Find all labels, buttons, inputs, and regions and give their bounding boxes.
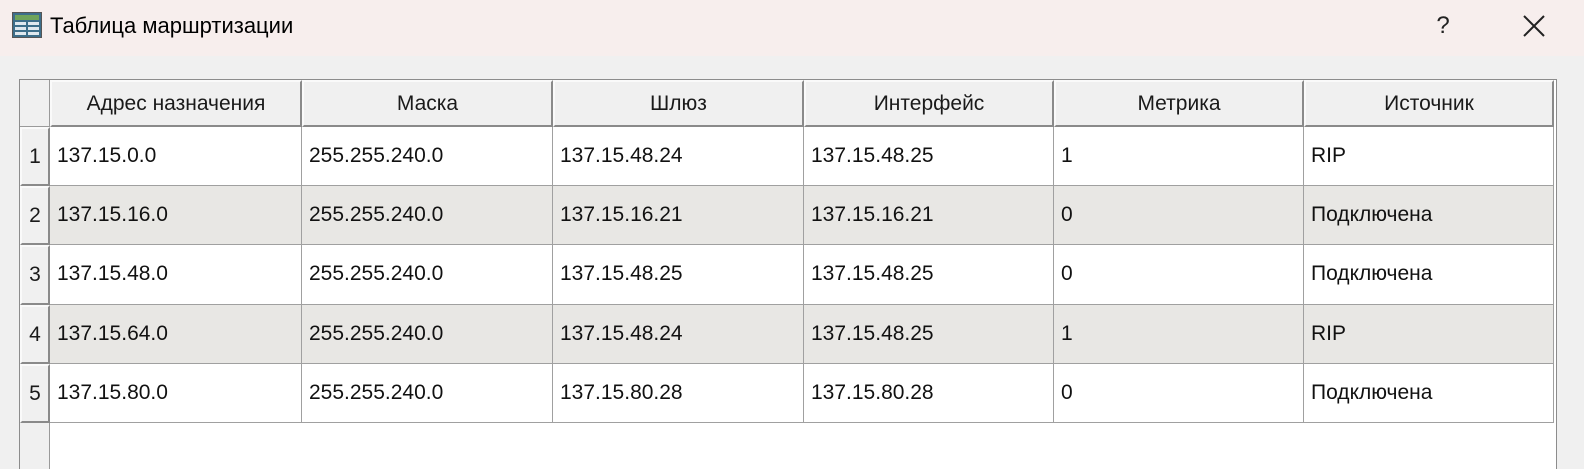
cell-interface[interactable]: 137.15.80.28	[804, 363, 1054, 423]
cell-gateway[interactable]: 137.15.48.25	[553, 245, 804, 305]
cell-destination[interactable]: 137.15.64.0	[50, 304, 302, 364]
cell-destination[interactable]: 137.15.16.0	[50, 186, 302, 246]
cell-interface[interactable]: 137.15.48.25	[804, 304, 1054, 364]
cell-source[interactable]: Подключена	[1304, 186, 1554, 246]
cell-gateway[interactable]: 137.15.80.28	[553, 363, 804, 423]
cell-metric[interactable]: 0	[1054, 363, 1304, 423]
routing-table[interactable]: Адрес назначения Маска Шлюз Интерфейс Метрик…	[19, 79, 1557, 469]
col-header-metric[interactable]: Метрика	[1054, 80, 1304, 127]
cell-mask[interactable]: 255.255.240.0	[302, 304, 553, 364]
cell-source[interactable]: RIP	[1304, 304, 1554, 364]
cell-source[interactable]: RIP	[1304, 127, 1554, 187]
table-corner-button[interactable]	[20, 80, 50, 127]
col-header-gateway[interactable]: Шлюз	[553, 80, 804, 127]
cell-source[interactable]: Подключена	[1304, 245, 1554, 305]
cell-gateway[interactable]: 137.15.16.21	[553, 186, 804, 246]
cell-metric[interactable]: 1	[1054, 127, 1304, 187]
cell-destination[interactable]: 137.15.80.0	[50, 363, 302, 423]
row-header[interactable]: 1	[20, 127, 50, 187]
cell-mask[interactable]: 255.255.240.0	[302, 245, 553, 305]
cell-gateway[interactable]: 137.15.48.24	[553, 127, 804, 187]
cell-metric[interactable]: 1	[1054, 304, 1304, 364]
cell-destination[interactable]: 137.15.48.0	[50, 245, 302, 305]
close-button[interactable]	[1515, 6, 1553, 46]
row-header[interactable]: 4	[20, 304, 50, 364]
cell-interface[interactable]: 137.15.48.25	[804, 127, 1054, 187]
help-button[interactable]: ?	[1426, 6, 1460, 46]
cell-metric[interactable]: 0	[1054, 186, 1304, 246]
title-bar: Таблица маршртизации ?	[0, 0, 1584, 56]
close-icon	[1515, 15, 1553, 50]
cell-gateway[interactable]: 137.15.48.24	[553, 304, 804, 364]
cell-mask[interactable]: 255.255.240.0	[302, 127, 553, 187]
row-header[interactable]: 5	[20, 363, 50, 423]
cell-destination[interactable]: 137.15.0.0	[50, 127, 302, 187]
cell-mask[interactable]: 255.255.240.0	[302, 363, 553, 423]
cell-interface[interactable]: 137.15.16.21	[804, 186, 1054, 246]
col-header-source[interactable]: Источник	[1304, 80, 1554, 127]
col-header-mask[interactable]: Маска	[302, 80, 553, 127]
row-header[interactable]: 2	[20, 186, 50, 246]
row-header[interactable]: 3	[20, 245, 50, 305]
col-header-destination[interactable]: Адрес назначения	[50, 80, 302, 127]
col-header-interface[interactable]: Интерфейс	[804, 80, 1054, 127]
window-title: Таблица маршртизации	[50, 13, 294, 38]
cell-metric[interactable]: 0	[1054, 245, 1304, 305]
cell-mask[interactable]: 255.255.240.0	[302, 186, 553, 246]
cell-interface[interactable]: 137.15.48.25	[804, 245, 1054, 305]
routing-table-app-icon	[12, 12, 42, 38]
cell-source[interactable]: Подключена	[1304, 363, 1554, 423]
